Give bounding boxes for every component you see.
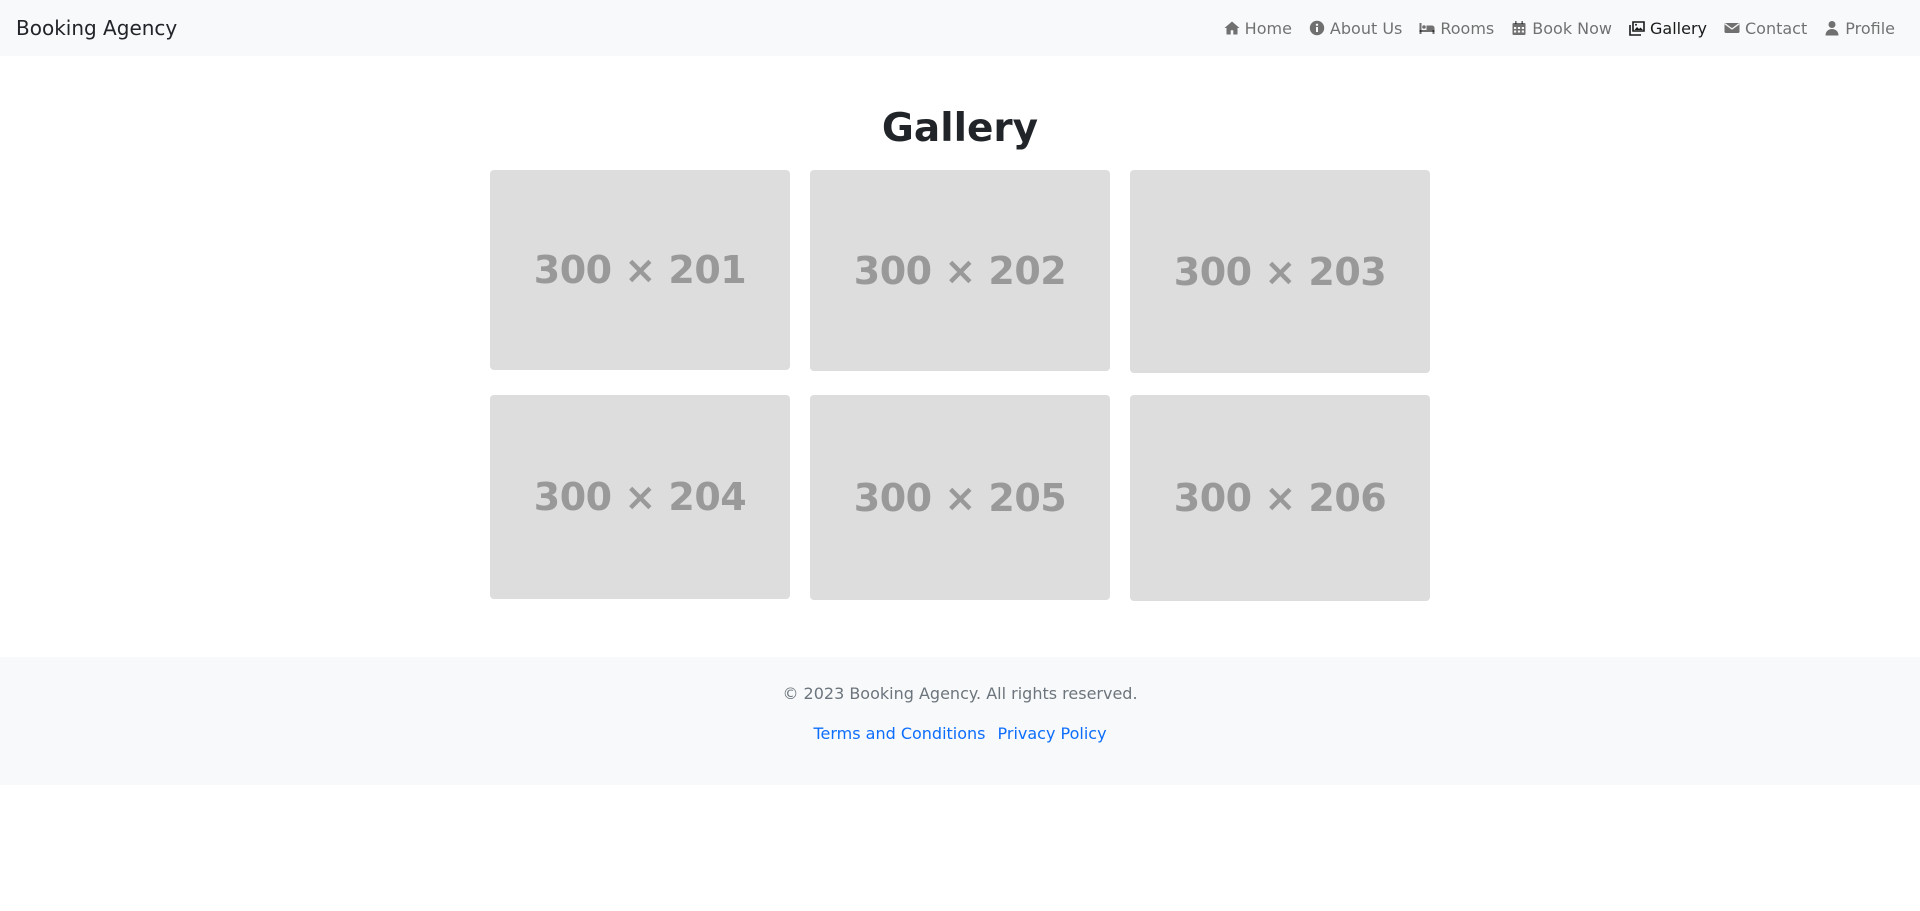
user-icon bbox=[1823, 20, 1841, 36]
gallery-image[interactable]: 300 × 205 bbox=[810, 395, 1110, 600]
nav-item-gallery[interactable]: Gallery bbox=[1628, 19, 1707, 38]
gallery-image[interactable]: 300 × 204 bbox=[490, 395, 790, 599]
gallery-image[interactable]: 300 × 202 bbox=[810, 170, 1110, 371]
info-icon bbox=[1308, 20, 1326, 36]
images-icon bbox=[1628, 20, 1646, 36]
nav-item-book-now[interactable]: Book Now bbox=[1510, 19, 1612, 38]
nav-item-rooms[interactable]: Rooms bbox=[1418, 19, 1494, 38]
terms-link[interactable]: Terms and Conditions bbox=[813, 724, 985, 743]
privacy-link[interactable]: Privacy Policy bbox=[998, 724, 1107, 743]
bed-icon bbox=[1418, 20, 1436, 36]
nav-menu: Home About Us Rooms Book Now Gallery Con… bbox=[1207, 19, 1895, 38]
footer: © 2023 Booking Agency. All rights reserv… bbox=[0, 657, 1920, 785]
home-icon bbox=[1223, 20, 1241, 36]
gallery-image[interactable]: 300 × 201 bbox=[490, 170, 790, 370]
footer-links: Terms and Conditions Privacy Policy bbox=[0, 724, 1920, 743]
nav-item-label: Gallery bbox=[1650, 18, 1707, 38]
nav-item-contact[interactable]: Contact bbox=[1723, 19, 1807, 38]
nav-item-label: Book Now bbox=[1532, 18, 1613, 38]
envelope-icon bbox=[1723, 20, 1741, 36]
gallery-grid: 300 × 201 300 × 202 300 × 203 300 × 204 … bbox=[490, 170, 1430, 601]
calendar-icon bbox=[1510, 20, 1528, 36]
nav-item-label: About Us bbox=[1329, 18, 1403, 38]
copyright-text: © 2023 Booking Agency. All rights reserv… bbox=[782, 684, 1138, 703]
navbar: Booking Agency Home About Us Rooms Book … bbox=[0, 0, 1920, 56]
nav-item-label: Contact bbox=[1745, 18, 1808, 38]
nav-item-label: Rooms bbox=[1440, 18, 1495, 38]
brand-link[interactable]: Booking Agency bbox=[16, 16, 177, 40]
nav-item-home[interactable]: Home bbox=[1223, 19, 1292, 38]
nav-item-about[interactable]: About Us bbox=[1308, 19, 1402, 38]
nav-item-profile[interactable]: Profile bbox=[1823, 19, 1895, 38]
page-title: Gallery bbox=[881, 106, 1039, 151]
nav-item-label: Home bbox=[1244, 18, 1292, 38]
gallery-image[interactable]: 300 × 203 bbox=[1130, 170, 1430, 373]
gallery-image[interactable]: 300 × 206 bbox=[1130, 395, 1430, 601]
nav-item-label: Profile bbox=[1845, 18, 1895, 38]
